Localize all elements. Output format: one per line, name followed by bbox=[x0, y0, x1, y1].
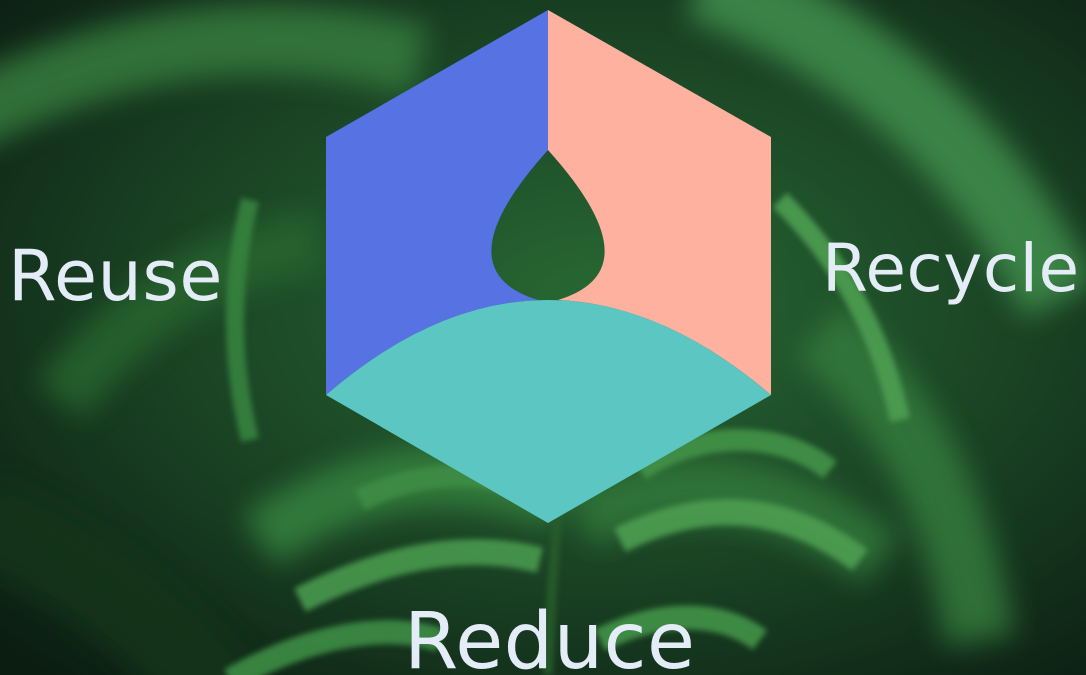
hexagon-cube-icon bbox=[326, 10, 771, 523]
recycling-slide: Reuse Recycle Reduce bbox=[0, 0, 1086, 675]
reuse-label: Reuse bbox=[8, 235, 223, 317]
reduce-label: Reduce bbox=[404, 597, 696, 675]
recycle-label: Recycle bbox=[822, 230, 1080, 307]
